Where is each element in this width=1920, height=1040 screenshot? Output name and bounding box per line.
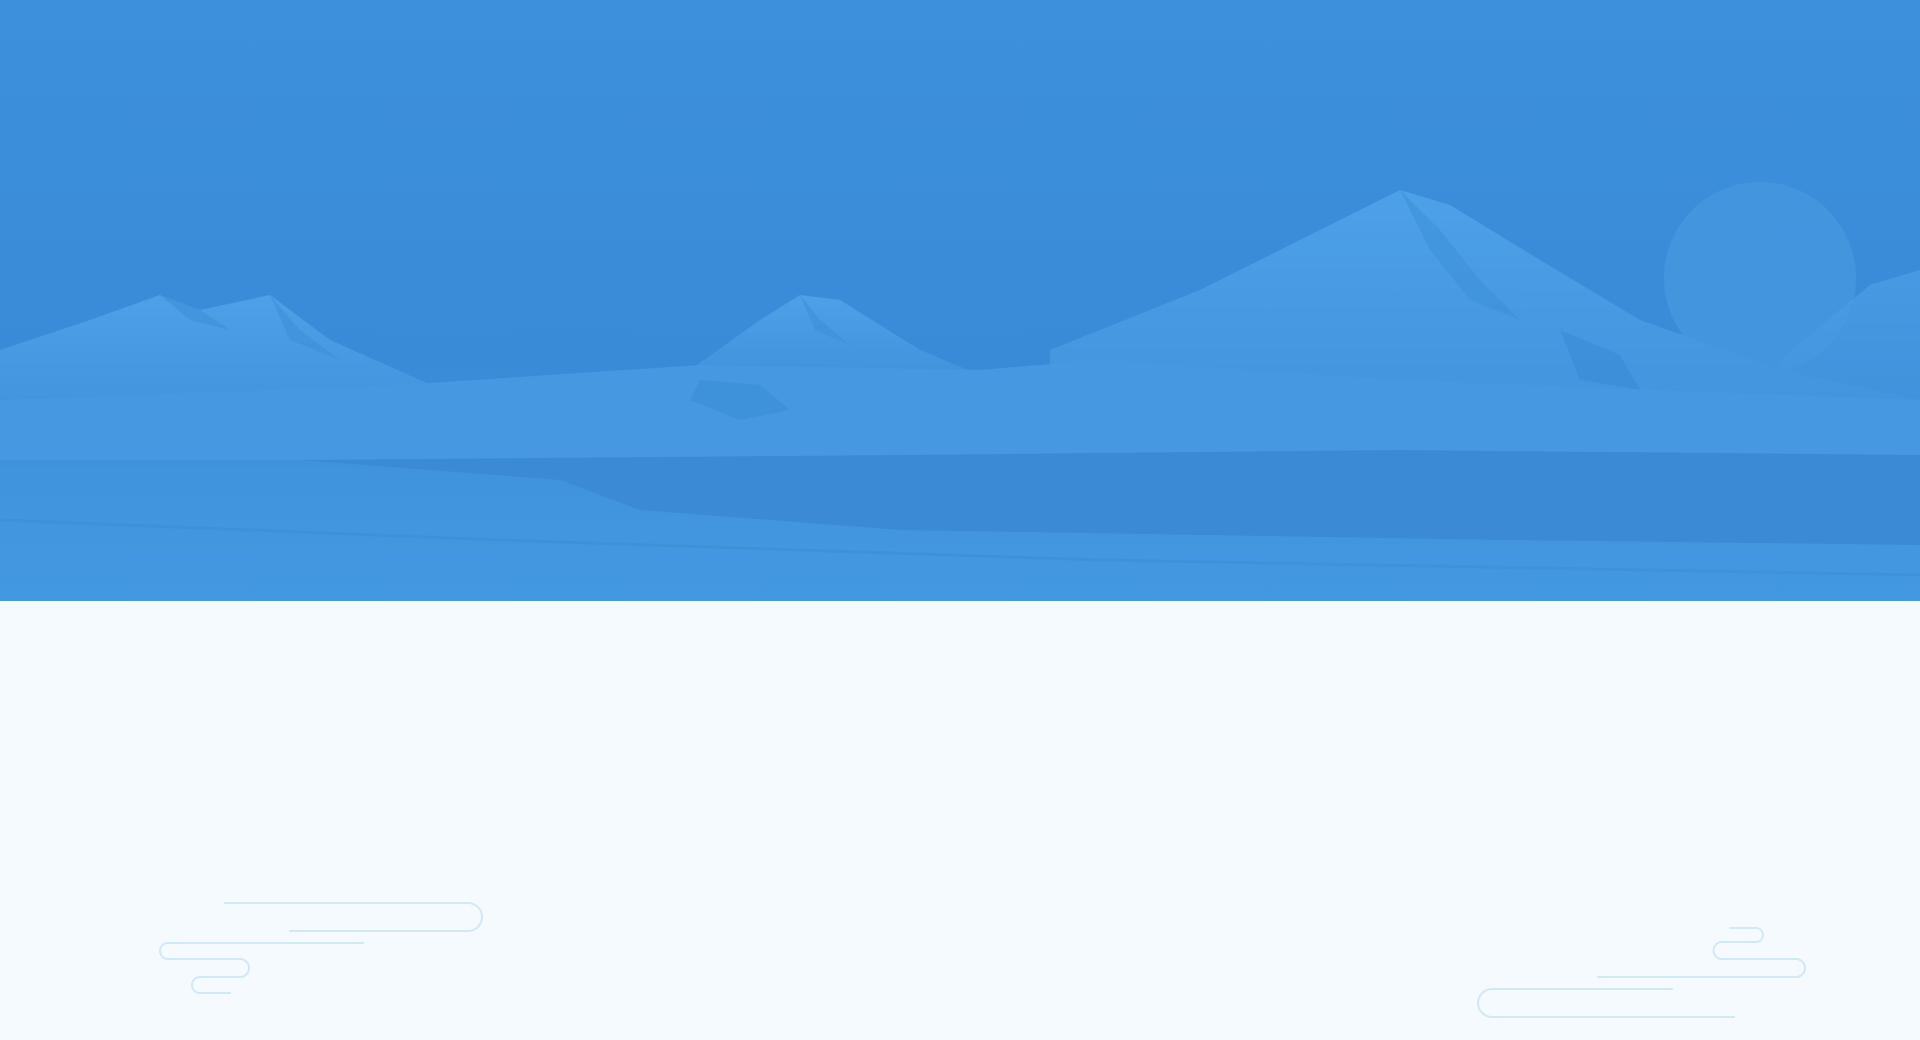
page xyxy=(0,0,1920,1040)
mountain-landscape-illustration xyxy=(0,0,1920,601)
hero-banner xyxy=(0,0,1920,601)
content-area xyxy=(0,601,1920,1040)
